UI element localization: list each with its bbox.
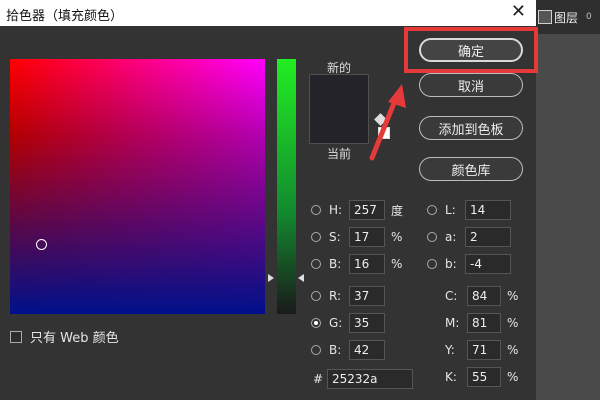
color-libraries-button[interactable]: 颜色库 — [419, 157, 523, 181]
annotation-highlight-box — [404, 27, 538, 73]
web-only-label: 只有 Web 颜色 — [30, 331, 119, 346]
hue-slider[interactable] — [277, 59, 296, 314]
layers-icon — [538, 10, 552, 24]
magenta-row: M: % — [445, 313, 527, 333]
saturation-unit: % — [391, 230, 403, 244]
hex-row: # — [313, 369, 413, 389]
lab-l-row: L: — [427, 200, 511, 220]
saturation-radio[interactable] — [311, 232, 321, 242]
lab-l-label: L: — [445, 203, 456, 217]
hue-unit: 度 — [391, 203, 404, 218]
cyan-label: C: — [445, 289, 458, 303]
yellow-input[interactable] — [467, 340, 501, 360]
yellow-unit: % — [507, 343, 519, 357]
hex-label: # — [313, 372, 324, 386]
blue-input[interactable] — [349, 340, 385, 360]
current-color-label: 当前 — [327, 147, 352, 161]
lab-b-row: b: — [427, 254, 511, 274]
hex-input[interactable] — [327, 369, 413, 389]
close-icon[interactable]: ✕ — [511, 1, 526, 22]
lab-a-radio[interactable] — [427, 232, 437, 242]
lab-l-input[interactable] — [465, 200, 511, 220]
green-row: G: — [311, 313, 385, 333]
cyan-input[interactable] — [467, 286, 501, 306]
blue-label: B: — [329, 343, 342, 357]
lab-a-row: a: — [427, 227, 511, 247]
color-field-cursor[interactable] — [36, 239, 47, 250]
blue-row: B: — [311, 340, 385, 360]
brightness-unit: % — [391, 257, 403, 271]
web-only-checkbox[interactable] — [10, 330, 22, 343]
lab-a-label: a: — [445, 230, 457, 244]
layers-panel-header[interactable]: 图层 0 — [536, 0, 600, 34]
annotation-arrow-icon — [369, 84, 406, 161]
color-field[interactable] — [10, 59, 265, 314]
magenta-input[interactable] — [467, 313, 501, 333]
green-radio[interactable] — [311, 318, 321, 328]
saturation-row: S: % — [311, 227, 411, 247]
blue-radio[interactable] — [311, 345, 321, 355]
lab-l-radio[interactable] — [427, 205, 437, 215]
color-picker-dialog: 只有 Web 颜色 新的 当前 确定 取消 添加到色板 颜色库 H: 度 S: … — [0, 26, 538, 400]
layers-label: 图层 — [554, 11, 579, 25]
brightness-row: B: % — [311, 254, 411, 274]
hue-row: H: 度 — [311, 200, 411, 220]
brightness-radio[interactable] — [311, 259, 321, 269]
dialog-titlebar: 拾色器（填充颜色） ✕ — [0, 0, 536, 26]
hue-slider-handle-left[interactable] — [268, 274, 274, 282]
saturation-label: S: — [329, 230, 341, 244]
red-row: R: — [311, 286, 385, 306]
magenta-label: M: — [445, 316, 460, 330]
cyan-unit: % — [507, 289, 519, 303]
layers-count: 0 — [586, 12, 592, 22]
lab-b-label: b: — [445, 257, 457, 271]
hue-label: H: — [329, 203, 343, 217]
web-only-option[interactable]: 只有 Web 颜色 — [10, 327, 119, 346]
red-label: R: — [329, 289, 342, 303]
lab-b-radio[interactable] — [427, 259, 437, 269]
red-input[interactable] — [349, 286, 385, 306]
dialog-title: 拾色器（填充颜色） — [6, 9, 124, 24]
lab-a-input[interactable] — [465, 227, 511, 247]
hue-slider-handle-right[interactable] — [298, 274, 304, 282]
black-row: K: % — [445, 367, 527, 387]
side-panel: 图层 0 — [536, 0, 600, 400]
magenta-unit: % — [507, 316, 519, 330]
brightness-label: B: — [329, 257, 342, 271]
green-input[interactable] — [349, 313, 385, 333]
red-radio[interactable] — [311, 291, 321, 301]
black-input[interactable] — [467, 367, 501, 387]
black-label: K: — [445, 370, 457, 384]
cyan-row: C: % — [445, 286, 527, 306]
black-unit: % — [507, 370, 519, 384]
hue-radio[interactable] — [311, 205, 321, 215]
green-label: G: — [329, 316, 343, 330]
brightness-input[interactable] — [349, 254, 385, 274]
hue-input[interactable] — [349, 200, 385, 220]
cancel-button[interactable]: 取消 — [419, 73, 523, 97]
add-to-swatches-button[interactable]: 添加到色板 — [419, 116, 523, 140]
yellow-row: Y: % — [445, 340, 527, 360]
lab-b-input[interactable] — [465, 254, 511, 274]
yellow-label: Y: — [445, 343, 455, 357]
saturation-input[interactable] — [349, 227, 385, 247]
